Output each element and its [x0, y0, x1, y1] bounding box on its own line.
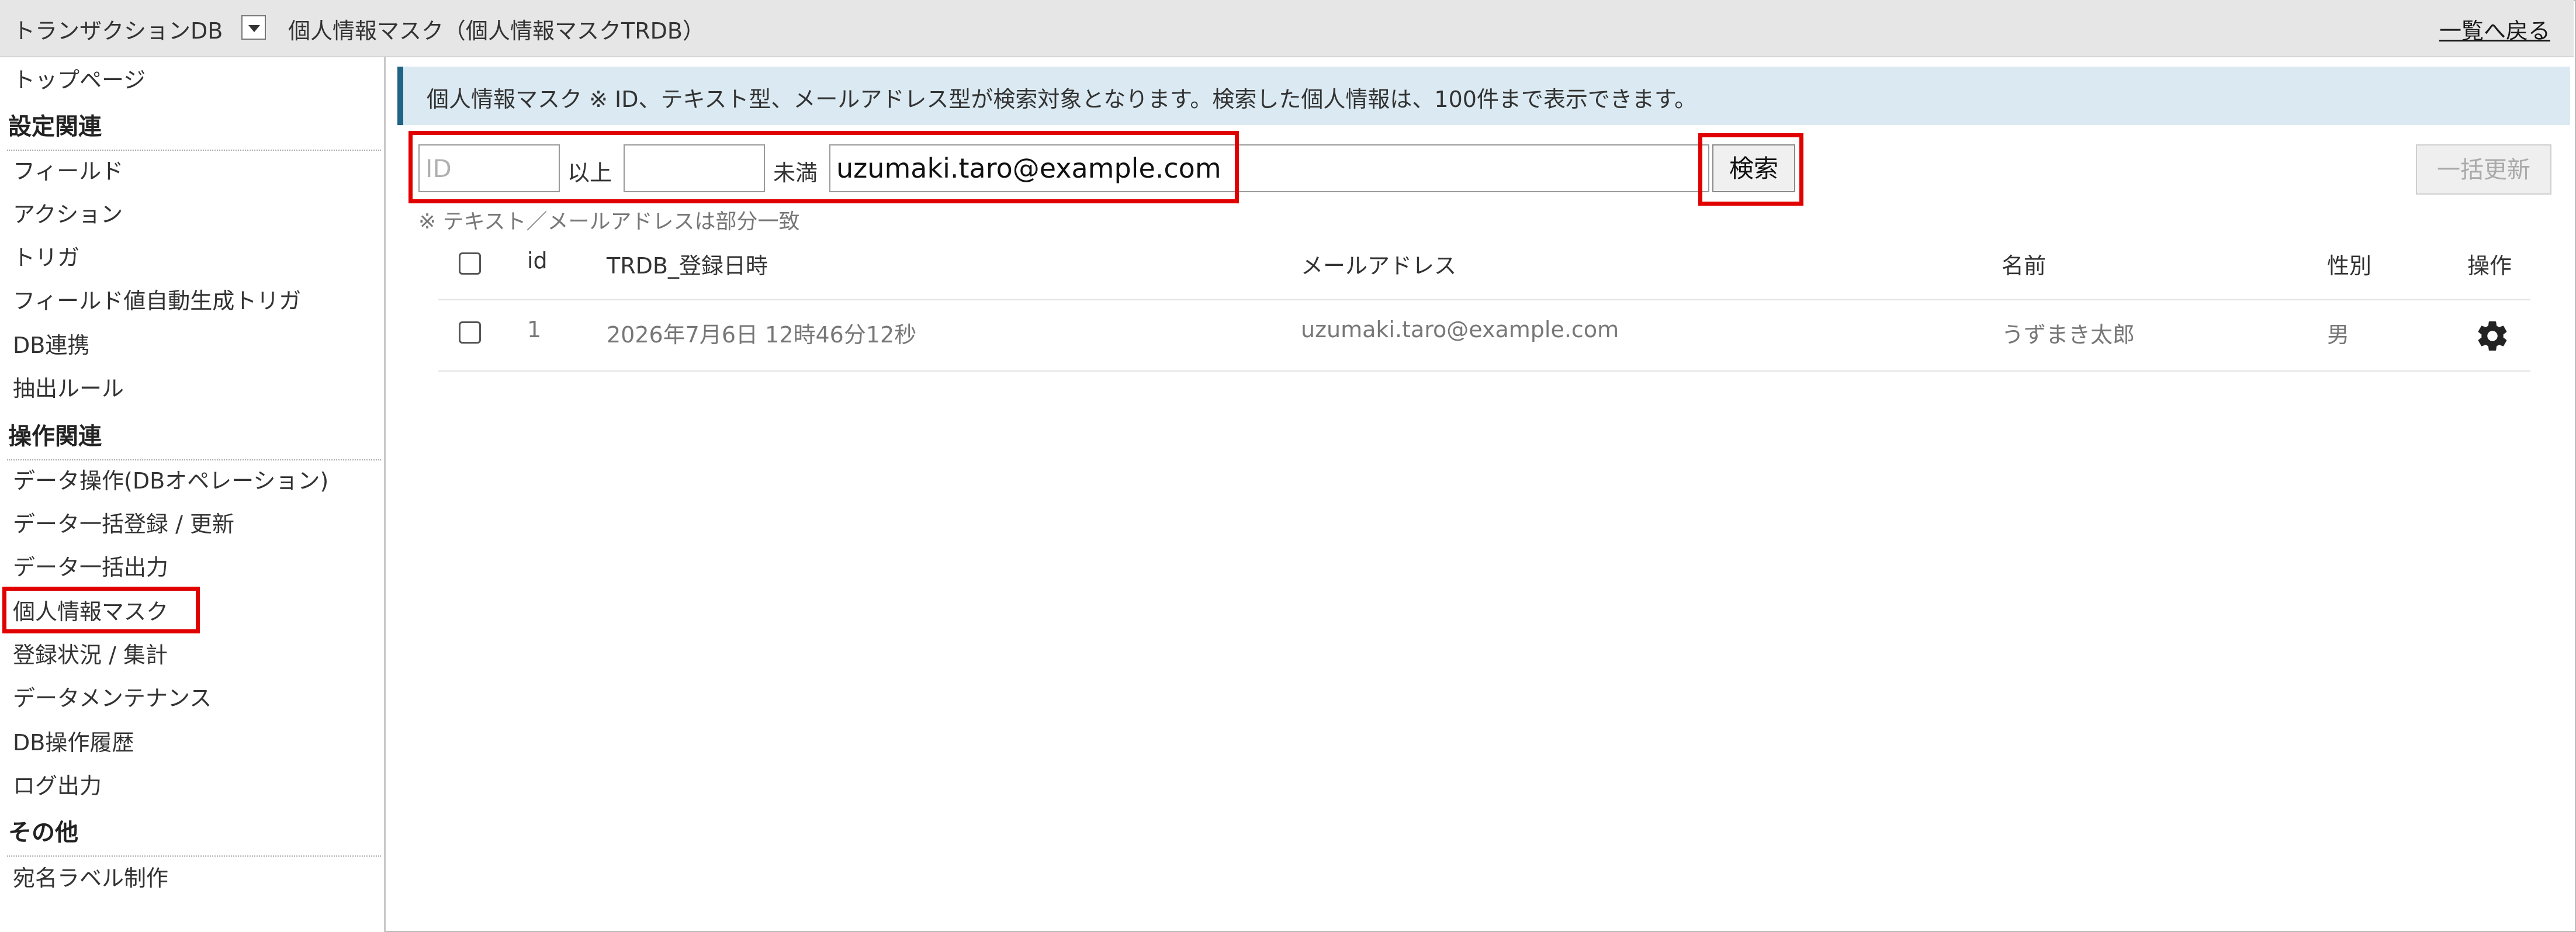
active-item-highlight: [2, 587, 200, 633]
cell-id: 1: [527, 317, 542, 342]
column-header-id: id: [527, 248, 548, 273]
sidebar-item-bulk-register[interactable]: データ一括登録 / 更新: [13, 506, 234, 538]
cell-gender: 男: [2327, 322, 2350, 348]
header-bar: トランザクションDB 個人情報マスク（個人情報マスクTRDB） 一覧へ戻る: [0, 0, 2574, 57]
page-title: 個人情報マスク（個人情報マスクTRDB）: [288, 18, 705, 44]
sidebar-item-registration-status[interactable]: 登録状況 / 集計: [13, 637, 168, 669]
table-header-divider: [438, 299, 2530, 300]
cell-name: うずまき太郎: [2002, 322, 2135, 348]
sidebar-item-db-history[interactable]: DB操作履歴: [13, 725, 134, 757]
bulk-update-button[interactable]: 一括更新: [2416, 144, 2551, 195]
sidebar-item-data-operation[interactable]: データ操作(DBオペレーション): [13, 463, 328, 495]
column-header-email: メールアドレス: [1301, 253, 1457, 279]
sidebar-divider: [7, 855, 381, 857]
sidebar-divider: [7, 150, 381, 151]
db-name: トランザクションDB: [13, 18, 223, 44]
column-header-action: 操作: [2467, 253, 2512, 279]
sidebar-heading-operations: 操作関連: [8, 423, 102, 450]
sidebar: トップページ 設定関連 フィールド アクション トリガ フィールド値自動生成トリ…: [0, 57, 386, 932]
back-to-list-link[interactable]: 一覧へ戻る: [2439, 13, 2550, 45]
column-header-name: 名前: [2002, 253, 2047, 279]
cell-registered: 2026年7月6日 12時46分12秒: [607, 322, 917, 348]
select-all-checkbox[interactable]: [459, 252, 481, 275]
column-header-registered: TRDB_登録日時: [607, 253, 768, 279]
sidebar-item-bulk-export[interactable]: データ一括出力: [13, 549, 168, 581]
db-select-dropdown[interactable]: [241, 15, 266, 40]
gear-icon[interactable]: [2475, 318, 2510, 354]
sidebar-item-address-labels[interactable]: 宛名ラベル制作: [13, 860, 168, 892]
column-header-gender: 性別: [2327, 253, 2372, 279]
sidebar-item-db-link[interactable]: DB連携: [13, 327, 89, 359]
sidebar-item-log-output[interactable]: ログ出力: [13, 768, 102, 800]
info-banner-text: 個人情報マスク ※ ID、テキスト型、メールアドレス型が検索対象となります。検索…: [427, 86, 1697, 112]
search-fields-highlight: [408, 131, 1239, 203]
search-button-highlight: [1698, 133, 1803, 206]
sidebar-heading-other: その他: [8, 819, 78, 846]
info-banner: 個人情報マスク ※ ID、テキスト型、メールアドレス型が検索対象となります。検索…: [397, 67, 2570, 125]
window-frame: [0, 0, 2576, 932]
sidebar-item-data-maintenance[interactable]: データメンテナンス: [13, 680, 212, 712]
search-note: ※ テキスト／メールアドレスは部分一致: [418, 210, 800, 234]
cell-email: uzumaki.taro@example.com: [1301, 317, 1619, 342]
sidebar-item-field-auto-trigger[interactable]: フィールド値自動生成トリガ: [13, 283, 301, 315]
sidebar-item-actions[interactable]: アクション: [13, 196, 123, 228]
sidebar-divider: [7, 459, 381, 460]
sidebar-item-fields[interactable]: フィールド: [13, 153, 123, 185]
chevron-down-icon: [248, 25, 260, 32]
sidebar-heading-settings: 設定関連: [8, 113, 102, 140]
sidebar-item-top-page[interactable]: トップページ: [13, 62, 146, 94]
row-checkbox[interactable]: [459, 321, 481, 344]
table-row-divider: [438, 370, 2530, 372]
sidebar-item-triggers[interactable]: トリガ: [13, 240, 79, 272]
sidebar-item-extract-rules[interactable]: 抽出ルール: [13, 370, 124, 403]
